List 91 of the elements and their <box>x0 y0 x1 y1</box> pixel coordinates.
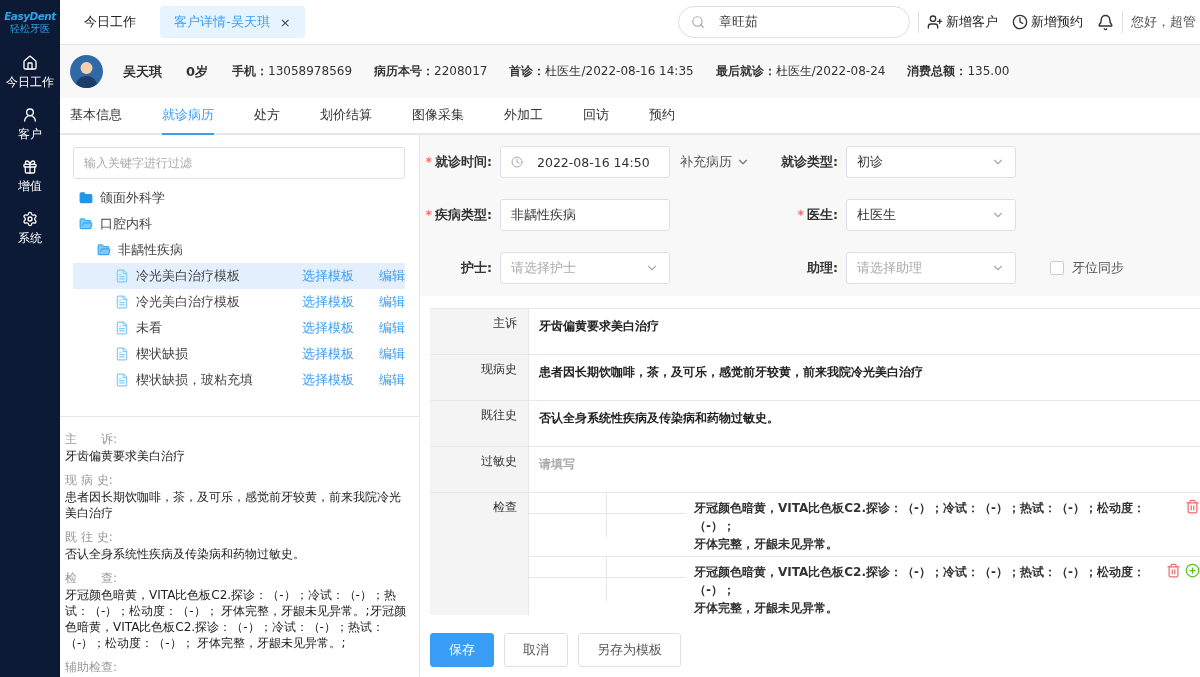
toolbar-button[interactable]: 新增客户 <box>927 13 998 31</box>
nav-item[interactable]: 增值 <box>0 149 60 201</box>
file-icon <box>115 295 129 309</box>
supplement-dropdown[interactable]: 补充病历 <box>670 153 770 171</box>
summary-label: 主 诉: <box>65 431 119 448</box>
folder-label: 颌面外科学 <box>100 189 165 207</box>
tab[interactable]: 处方 <box>254 98 280 135</box>
clock-icon <box>511 156 523 168</box>
bell-icon[interactable] <box>1097 13 1114 31</box>
field-label: * 医生: <box>796 206 839 224</box>
avatar <box>70 55 103 88</box>
nav-item[interactable]: 系统 <box>0 201 60 253</box>
home-icon <box>22 55 38 71</box>
search-icon <box>691 15 705 29</box>
field-label: 助理: <box>806 259 839 277</box>
row-label: 过敏史 <box>430 447 529 492</box>
patient-name: 吴天琪 <box>123 62 162 81</box>
row-label: 既往史 <box>430 401 529 446</box>
row-label: 检查 <box>430 493 529 615</box>
tab[interactable]: 划价结算 <box>320 98 372 135</box>
row-value: 否认全身系统性疾病及传染病和药物过敏史。 <box>538 410 780 427</box>
template-name[interactable]: 冷光美白治疗模板 <box>135 267 296 285</box>
row-value: 患者因长期饮咖啡，茶，及可乐，感觉前牙较黄，前来我院冷光美白治疗 <box>538 364 924 381</box>
tab[interactable]: 外加工 <box>504 98 543 135</box>
summary-label: 检 查: <box>65 570 119 587</box>
field-label: * 就诊时间: <box>424 153 493 171</box>
select-field[interactable]: 杜医生 <box>846 199 1016 231</box>
field-label: * 疾病类型: <box>424 206 493 224</box>
close-icon[interactable]: × <box>279 14 291 30</box>
trash-icon[interactable] <box>1166 563 1181 578</box>
nav-item[interactable]: 客户 <box>0 97 60 149</box>
toolbar-button[interactable]: 新增预约 <box>1012 13 1083 31</box>
row-label: 主诉 <box>430 309 529 354</box>
form-button[interactable]: 取消 <box>504 633 568 667</box>
logo-subtitle: 轻松牙医 <box>10 22 50 36</box>
file-icon <box>115 269 129 283</box>
file-icon <box>115 321 129 335</box>
page-tab-label: 客户详情-吴天琪 <box>174 13 270 31</box>
summary-text: 患者因长期饮咖啡，茶，及可乐，感觉前牙较黄，前来我院冷光美白治疗 <box>65 489 402 521</box>
tab[interactable]: 预约 <box>649 98 675 135</box>
tab[interactable]: 基本信息 <box>70 98 122 135</box>
patient-field: 首诊：杜医生/2022-08-16 14:35 <box>509 63 694 80</box>
user-plus-icon <box>927 14 943 30</box>
tab[interactable]: 图像采集 <box>412 98 464 135</box>
input-field[interactable]: 非龋性疾病 <box>500 199 670 231</box>
summary-text: 牙齿偏黄要求美白治疗 <box>65 448 186 464</box>
row-label: 现病史 <box>430 355 529 400</box>
exam-text: 牙冠颜色暗黄，VITA比色板C2.探诊：（-）；冷试：（-）；热试：（-）；松动度：（-）； 牙体完整，牙龈未见异常。 <box>693 500 1146 553</box>
greeting[interactable]: 您好，超管 <box>1131 13 1196 31</box>
page-tab-label: 今日工作 <box>84 13 136 31</box>
settings-icon <box>22 211 38 227</box>
tooth-sync-checkbox[interactable]: 牙位同步 <box>1016 259 1200 277</box>
folder-label: 口腔内科 <box>100 215 152 233</box>
template-name[interactable]: 未看 <box>135 319 296 337</box>
folder-label: 非龋性疾病 <box>118 241 183 259</box>
summary-text: 牙冠颜色暗黄，VITA比色板C2.探诊：（-）；冷试：（-）；热试：（-）；松动度：（-）； 牙体完整，牙龈未见异常。;牙冠颜色暗黄，VITA比色板C2.探诊：（-）；冷试：（-）；热试：（-）；松动度：（-）； 牙体完整，牙龈未见异常。; <box>65 587 407 651</box>
patient-field: 病历本号：2208017 <box>374 63 488 80</box>
clock-icon <box>1012 14 1028 30</box>
page-tab[interactable]: 今日工作 <box>70 6 150 38</box>
logo: EasyDent <box>4 9 56 22</box>
folder-icon <box>79 191 93 205</box>
patient-age: 0岁 <box>186 62 209 81</box>
filter-field[interactable]: 输入关键字进行过滤 <box>73 147 405 179</box>
add-icon[interactable] <box>1185 563 1200 578</box>
gift-icon <box>22 159 38 175</box>
template-name[interactable]: 楔状缺损 <box>135 345 296 363</box>
folder-icon <box>97 243 111 257</box>
trash-icon[interactable] <box>1185 499 1200 514</box>
template-name[interactable]: 冷光美白治疗模板 <box>135 293 296 311</box>
summary-label: 既 往 史: <box>65 529 114 546</box>
folder-icon <box>79 217 93 231</box>
summary-label: 现 病 史: <box>65 472 114 489</box>
field-label: 护士: <box>459 259 493 277</box>
template-name[interactable]: 楔状缺损，玻粘充填 <box>135 371 296 389</box>
page-tab[interactable]: 客户详情-吴天琪 × <box>160 6 305 38</box>
file-icon <box>115 373 129 387</box>
field-label: 就诊类型: <box>780 153 839 171</box>
row-value: 牙齿偏黄要求美白治疗 <box>538 318 660 335</box>
patient-field: 消费总额：135.00 <box>907 63 1010 80</box>
patient-field: 手机：13058978569 <box>232 63 353 80</box>
nav-item[interactable]: 今日工作 <box>0 45 60 97</box>
select-field[interactable]: 初诊 <box>846 146 1016 178</box>
date-field[interactable]: 2022-08-16 14:50 <box>500 146 670 178</box>
file-icon <box>115 347 129 361</box>
exam-text: 牙冠颜色暗黄，VITA比色板C2.探诊：（-）；冷试：（-）；热试：（-）；松动度：（-）； 牙体完整，牙龈未见异常。 <box>693 564 1146 615</box>
summary-text: 否认全身系统性疾病及传染病和药物过敏史。 <box>65 546 306 562</box>
tab[interactable]: 回访 <box>583 98 609 135</box>
summary-label: 辅助检查: <box>65 659 119 676</box>
form-button[interactable]: 另存为模板 <box>578 633 681 667</box>
patient-field: 最后就诊：杜医生/2022-08-24 <box>715 63 886 80</box>
user-icon <box>22 107 38 123</box>
